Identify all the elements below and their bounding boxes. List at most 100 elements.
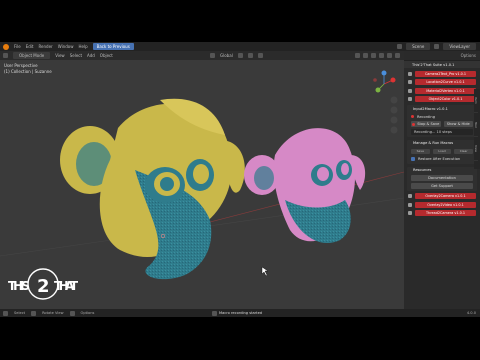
logo-two: 2 bbox=[37, 276, 50, 297]
n-panel-sidebar: Options This'2'That Suite v1.0.1 Camera2… bbox=[404, 51, 480, 309]
plugin-row: Camera2Text_Pro v1.0.1 bbox=[408, 70, 476, 77]
editor-type-icon[interactable] bbox=[3, 53, 8, 58]
input-macro-title[interactable]: Input2Macro v1.0.1 bbox=[407, 105, 477, 112]
recording-label: Recording bbox=[417, 114, 435, 119]
visibility-icon[interactable] bbox=[355, 53, 360, 58]
macro-load-button[interactable]: Load bbox=[432, 148, 452, 154]
mouse-middle-icon bbox=[31, 310, 37, 316]
top-menubar: File Edit Render Window Help Back to Pre… bbox=[0, 42, 480, 51]
plugin-button[interactable]: Object2Color v1.0.1 bbox=[415, 96, 476, 102]
sidebar-tabs: Item Tool View bbox=[474, 89, 480, 169]
plugin-button[interactable]: Overlay2Camera v1.0.1 bbox=[415, 193, 476, 199]
tab-view[interactable]: View bbox=[474, 137, 478, 161]
xray-icon[interactable] bbox=[379, 53, 384, 58]
plugin-row: Object2Color v1.0.1 bbox=[408, 96, 476, 102]
plugin-row: Overlay2Camera v1.0.1 bbox=[408, 193, 476, 199]
status-options: Options bbox=[80, 311, 95, 315]
stop-save-button[interactable]: Stop & Save bbox=[411, 121, 441, 127]
overlay-icon[interactable] bbox=[371, 53, 376, 58]
plugin-button[interactable]: Overlay2Video v1.0.1 bbox=[415, 201, 476, 208]
plugin-row: Material2Vertex v1.0.1 bbox=[408, 87, 476, 94]
view-layer-selector[interactable]: ViewLayer bbox=[443, 43, 476, 50]
collection-info: (1) Collection | Suzanne bbox=[4, 69, 52, 74]
menu-file[interactable]: File bbox=[14, 44, 21, 49]
pivot-icon[interactable] bbox=[237, 53, 243, 58]
manage-macros-panel: Manage & Run Macros Save Load Clear Rest… bbox=[407, 139, 477, 164]
status-rotate: Rotate View bbox=[42, 311, 64, 315]
scene-selector[interactable]: Scene bbox=[406, 43, 431, 50]
menu-edit[interactable]: Edit bbox=[26, 44, 34, 49]
status-select: Select bbox=[14, 311, 26, 315]
letterbox-bottom bbox=[0, 317, 480, 360]
plugin-button[interactable]: Location2Curve v1.0.1 bbox=[415, 79, 476, 85]
menu-select[interactable]: Select bbox=[70, 53, 82, 58]
stop-save-label: Stop & Save bbox=[417, 122, 440, 126]
plugin-icon bbox=[408, 194, 412, 198]
blender-logo-icon[interactable] bbox=[3, 43, 9, 50]
suite-panel-title[interactable]: This'2'That Suite v1.0.1 bbox=[404, 60, 480, 68]
mouse-cursor-icon bbox=[261, 266, 269, 277]
navigation-gizmo[interactable] bbox=[373, 70, 396, 93]
mouse-right-icon bbox=[69, 310, 75, 316]
input-macro-panel: Input2Macro v1.0.1 Recording Stop & Save… bbox=[407, 105, 477, 137]
macro-save-button[interactable]: Save bbox=[411, 148, 430, 154]
info-icon bbox=[212, 310, 217, 316]
blender-window: File Edit Render Window Help Back to Pre… bbox=[0, 42, 480, 317]
menu-object[interactable]: Object bbox=[100, 53, 113, 58]
mouse-left-icon bbox=[3, 310, 8, 316]
show-hide-button[interactable]: Show & Hide bbox=[443, 121, 473, 127]
letterbox-top bbox=[0, 0, 480, 42]
viewport-header: Object Mode View Select Add Object Globa… bbox=[0, 51, 404, 60]
plugin-icon bbox=[408, 97, 412, 101]
transform-orientation[interactable]: Global bbox=[220, 53, 233, 58]
menu-view[interactable]: View bbox=[55, 53, 65, 58]
plugin-button[interactable]: Camera2Text_Pro v1.0.1 bbox=[415, 70, 476, 77]
plugin-icon bbox=[408, 202, 412, 207]
restore-checkbox[interactable] bbox=[411, 156, 415, 161]
plugin-icon bbox=[408, 211, 412, 215]
suzanne-small[interactable] bbox=[244, 128, 366, 244]
stop-icon bbox=[412, 122, 416, 126]
status-message: Macro recording started bbox=[212, 310, 263, 316]
resources-panel: Resources Documentation Get Support bbox=[407, 166, 477, 191]
recording-status: Recording... 10 steps bbox=[411, 128, 473, 135]
plugin-button[interactable]: Material2Vertex v1.0.1 bbox=[415, 87, 476, 94]
manage-macros-title[interactable]: Manage & Run Macros bbox=[407, 140, 477, 147]
restore-label: Restore After Execution bbox=[418, 156, 461, 161]
resources-title[interactable]: Resources bbox=[407, 167, 477, 174]
gizmo-icon[interactable] bbox=[363, 53, 368, 58]
menu-add[interactable]: Add bbox=[87, 53, 95, 58]
view-layer-icon bbox=[434, 44, 440, 49]
macro-clear-button[interactable]: Clear bbox=[454, 148, 474, 154]
viewport-info: User Perspective (1) Collection | Suzann… bbox=[4, 63, 52, 75]
support-button[interactable]: Get Support bbox=[411, 182, 473, 189]
proportional-icon[interactable] bbox=[257, 53, 263, 58]
tab-item[interactable]: Item bbox=[474, 89, 478, 113]
plugin-row: Overlay2Video v1.0.1 bbox=[408, 201, 476, 208]
viewport-nav-buttons[interactable] bbox=[390, 96, 398, 134]
plugin-icon bbox=[408, 71, 412, 76]
suzanne-large[interactable] bbox=[60, 98, 245, 280]
tab-tool[interactable]: Tool bbox=[474, 113, 478, 137]
documentation-button[interactable]: Documentation bbox=[411, 175, 473, 181]
menu-window[interactable]: Window bbox=[58, 44, 74, 49]
version-label: 4.0.0 bbox=[466, 311, 476, 315]
logo-this: THIS bbox=[8, 279, 30, 293]
plugin-row: Location2Curve v1.0.1 bbox=[408, 79, 476, 85]
menu-render[interactable]: Render bbox=[38, 44, 52, 49]
this2that-logo: THIS 2 THAT bbox=[8, 268, 78, 300]
mode-selector[interactable]: Object Mode bbox=[13, 52, 51, 59]
status-message-text: Macro recording started bbox=[219, 311, 263, 315]
logo-that: THAT bbox=[54, 279, 78, 293]
menu-help[interactable]: Help bbox=[78, 44, 87, 49]
back-to-previous-button[interactable]: Back to Previous bbox=[92, 43, 134, 50]
options-dropdown[interactable]: Options bbox=[404, 51, 480, 60]
snap-icon[interactable] bbox=[247, 53, 253, 58]
plugin-icon bbox=[408, 88, 412, 93]
shading-material-icon[interactable] bbox=[395, 53, 400, 58]
plugin-button[interactable]: Thread2Camera v1.0.1 bbox=[415, 210, 476, 216]
status-bar: Select Rotate View Options Macro recordi… bbox=[0, 309, 480, 317]
scene-icon bbox=[397, 44, 403, 49]
plugin-row: Thread2Camera v1.0.1 bbox=[408, 210, 476, 216]
shading-solid-icon[interactable] bbox=[387, 53, 392, 58]
